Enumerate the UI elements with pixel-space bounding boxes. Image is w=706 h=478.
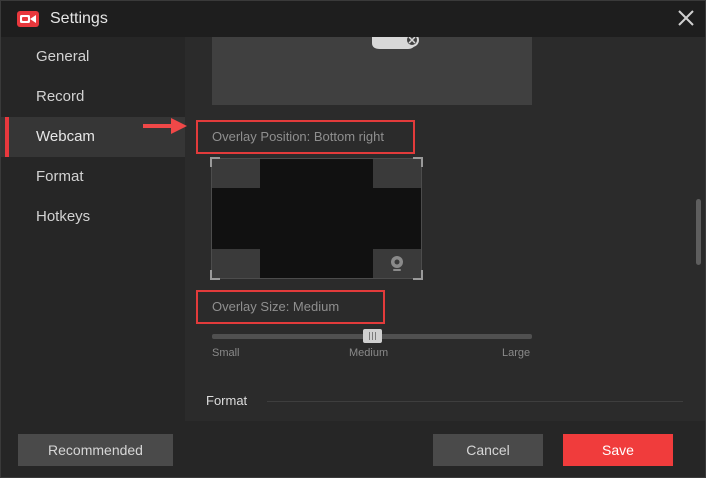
sidebar-item-general[interactable]: General bbox=[1, 37, 185, 77]
webcam-off-icon bbox=[372, 37, 419, 49]
corner-bracket bbox=[210, 157, 220, 167]
slider-max-label: Large bbox=[502, 347, 531, 359]
overlay-size-slider-thumb[interactable] bbox=[363, 329, 382, 343]
grip-line bbox=[369, 332, 370, 340]
overlay-position-picker bbox=[210, 157, 423, 280]
position-top-left[interactable] bbox=[210, 157, 260, 188]
position-bottom-right[interactable] bbox=[373, 249, 423, 280]
sidebar-item-label: Webcam bbox=[36, 128, 95, 145]
recorder-logo-icon bbox=[17, 11, 39, 27]
cancel-button[interactable]: Cancel bbox=[433, 434, 543, 466]
sidebar-item-label: General bbox=[36, 48, 90, 65]
sidebar-item-hotkeys[interactable]: Hotkeys bbox=[1, 197, 185, 237]
format-section-heading: Format bbox=[206, 393, 248, 408]
sidebar-item-label: Record bbox=[36, 88, 85, 105]
sidebar-item-label: Format bbox=[36, 168, 84, 185]
grip-line bbox=[372, 332, 373, 340]
window-title: Settings bbox=[50, 10, 108, 27]
webcam-icon bbox=[391, 256, 403, 271]
slider-min-label: Small bbox=[212, 347, 240, 359]
save-button[interactable]: Save bbox=[563, 434, 673, 466]
overlay-size-label: Overlay Size: Medium bbox=[196, 290, 385, 324]
pointer-arrow-icon bbox=[143, 118, 187, 134]
settings-sidebar: General Record Webcam Format Hotkeys bbox=[1, 37, 185, 421]
sidebar-item-format[interactable]: Format bbox=[1, 157, 185, 197]
position-bottom-left[interactable] bbox=[210, 249, 260, 280]
dialog-footer: Recommended Cancel Save bbox=[1, 421, 705, 477]
position-top-right[interactable] bbox=[373, 157, 423, 188]
grip-line bbox=[375, 332, 376, 340]
settings-window: Settings General Record Webcam Format Ho… bbox=[0, 0, 706, 478]
title-bar: Settings bbox=[1, 1, 705, 37]
corner-bracket bbox=[210, 270, 220, 280]
sidebar-item-record[interactable]: Record bbox=[1, 77, 185, 117]
webcam-preview bbox=[212, 37, 532, 105]
corner-bracket bbox=[413, 270, 423, 280]
close-icon[interactable] bbox=[675, 7, 697, 29]
recommended-button[interactable]: Recommended bbox=[18, 434, 173, 466]
sidebar-item-label: Hotkeys bbox=[36, 208, 91, 225]
slider-mid-label: Medium bbox=[349, 347, 389, 359]
content-scrollbar-thumb[interactable] bbox=[696, 199, 701, 265]
section-divider bbox=[267, 401, 683, 402]
overlay-position-label: Overlay Position: Bottom right bbox=[196, 120, 415, 154]
corner-bracket bbox=[413, 157, 423, 167]
